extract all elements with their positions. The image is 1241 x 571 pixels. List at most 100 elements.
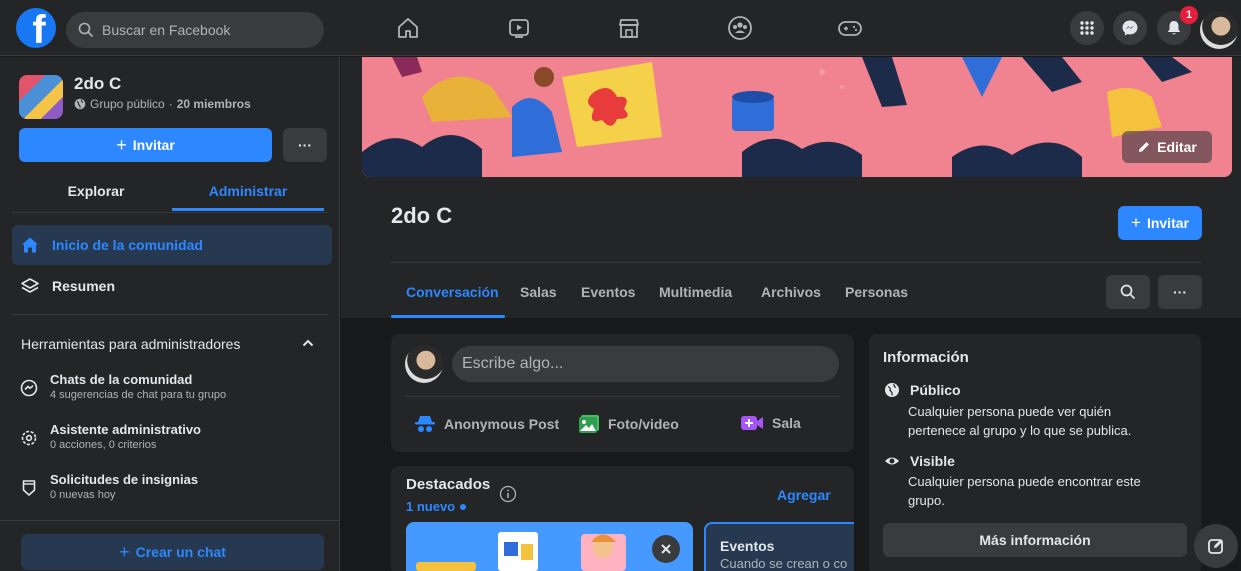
tab-archivos[interactable]: Archivos [761, 284, 821, 300]
header-invite-button[interactable]: + Invitar [1118, 206, 1202, 240]
tab-active-indicator [391, 315, 505, 318]
tab-active-indicator [172, 208, 324, 211]
edit-label: Editar [1157, 139, 1197, 155]
public-description: Cualquier persona puede ver quién perten… [908, 404, 1132, 438]
action-label: Anonymous Post [444, 416, 560, 432]
admin-tools-header: Herramientas para administradores [21, 336, 241, 352]
tool-title: Chats de la comunidad [50, 372, 193, 387]
search-input[interactable] [102, 22, 302, 38]
eye-icon [885, 457, 899, 465]
menu-button[interactable] [1070, 11, 1104, 45]
badge-shield-icon [22, 480, 36, 496]
plus-icon: + [119, 541, 130, 562]
events-tile[interactable]: Eventos Cuando se crean o co [704, 522, 854, 571]
nav-watch[interactable] [503, 12, 535, 44]
edit-cover-button[interactable]: Editar [1122, 131, 1212, 163]
group-meta: Grupo público · 20 miembros [74, 97, 251, 111]
search-box[interactable] [66, 12, 324, 48]
chevron-up-icon [302, 339, 314, 347]
pencil-icon [1139, 142, 1150, 152]
tab-explorar[interactable]: Explorar [20, 183, 172, 211]
add-featured-button[interactable]: Agregar [777, 487, 831, 503]
nav-gaming[interactable] [834, 12, 866, 44]
featured-new-count[interactable]: 1 nuevo [406, 499, 467, 514]
photo-icon [579, 415, 599, 433]
video-icon [509, 19, 529, 38]
gaming-icon [838, 21, 862, 36]
tab-conversacion[interactable]: Conversación [406, 284, 499, 300]
featured-title: Destacados [406, 476, 491, 493]
group-search-button[interactable] [1106, 275, 1150, 309]
group-meta-separator: · [168, 97, 173, 111]
grid-menu-icon [1080, 21, 1094, 35]
tool-chats-comunidad[interactable]: Chats de la comunidad 4 sugerencias de ch… [20, 372, 320, 401]
group-members: 20 miembros [176, 97, 251, 111]
plus-icon: + [116, 134, 127, 155]
featured-tile[interactable] [406, 522, 693, 571]
privacy-public: Público [884, 382, 961, 398]
collapse-tools-button[interactable] [301, 336, 315, 353]
public-title: Público [910, 382, 961, 398]
more-icon: ··· [298, 137, 312, 153]
tool-subtitle: 0 nuevas hoy [50, 489, 116, 501]
close-featured-button[interactable] [652, 535, 680, 563]
photo-video-button[interactable]: Foto/video [578, 414, 679, 434]
anonymous-icon [415, 416, 435, 432]
nav-home[interactable] [392, 12, 424, 44]
visible-description: Cualquier persona puede encontrar este g… [908, 474, 1141, 508]
group-sidebar: 2do C Grupo público · 20 miembros + Invi… [0, 57, 340, 571]
featured-illustration [416, 532, 626, 571]
marketplace-icon [619, 19, 639, 38]
tab-multimedia[interactable]: Multimedia [659, 284, 732, 300]
group-thumbnail[interactable] [19, 75, 63, 119]
divider [12, 212, 328, 213]
close-icon [661, 544, 671, 554]
info-button[interactable] [499, 485, 517, 506]
composer-input[interactable]: Escribe algo... [452, 346, 839, 382]
room-button[interactable]: Sala [740, 414, 801, 432]
action-label: Foto/video [608, 416, 679, 432]
layers-icon [21, 278, 39, 293]
nav-marketplace[interactable] [613, 12, 645, 44]
messenger-icon [1122, 20, 1138, 36]
group-name[interactable]: 2do C [74, 74, 121, 94]
more-info-button[interactable]: Más información [883, 523, 1187, 557]
group-privacy: Grupo público [90, 97, 165, 111]
facebook-logo[interactable]: f [16, 8, 56, 48]
tab-administrar[interactable]: Administrar [172, 183, 324, 211]
compose-icon [1208, 539, 1223, 554]
group-options-button[interactable]: ··· [283, 128, 327, 162]
more-info-label: Más información [979, 532, 1091, 548]
search-icon [78, 22, 94, 38]
tab-personas[interactable]: Personas [845, 284, 908, 300]
tool-solicitudes-insignias[interactable]: Solicitudes de insignias 0 nuevas hoy [20, 472, 320, 501]
sidebar-item-resumen[interactable]: Resumen [12, 266, 332, 306]
new-message-button[interactable] [1194, 524, 1238, 568]
composer-avatar[interactable] [405, 345, 443, 383]
sidebar-item-label: Resumen [52, 278, 116, 294]
unread-dot-icon [460, 503, 467, 510]
tool-asistente-administrativo[interactable]: Asistente administrativo 0 acciones, 0 cr… [20, 422, 320, 451]
visibility-visible: Visible [884, 453, 955, 469]
page-title: 2do C [391, 203, 453, 228]
nav-groups[interactable] [724, 12, 756, 44]
visible-title: Visible [910, 453, 955, 469]
home-icon [398, 18, 418, 38]
anonymous-post-button[interactable]: Anonymous Post [414, 414, 559, 434]
tab-salas[interactable]: Salas [520, 284, 557, 300]
divider [405, 396, 840, 397]
messenger-button[interactable] [1113, 11, 1147, 45]
events-text: Cuando se crean o co [720, 556, 848, 571]
invite-button[interactable]: + Invitar [19, 128, 272, 162]
cover-illustration [362, 57, 1232, 177]
create-chat-button[interactable]: + Crear un chat [21, 534, 324, 570]
tab-eventos[interactable]: Eventos [581, 284, 635, 300]
settings-gear-icon [21, 430, 37, 446]
profile-avatar[interactable] [1200, 11, 1238, 49]
about-title: Información [883, 349, 969, 366]
invite-label: Invitar [132, 137, 175, 153]
group-more-button[interactable]: ··· [1158, 275, 1202, 309]
messenger-outline-icon [20, 379, 38, 397]
sidebar-item-inicio-comunidad[interactable]: Inicio de la comunidad [12, 225, 332, 265]
plus-icon: + [1131, 213, 1141, 232]
